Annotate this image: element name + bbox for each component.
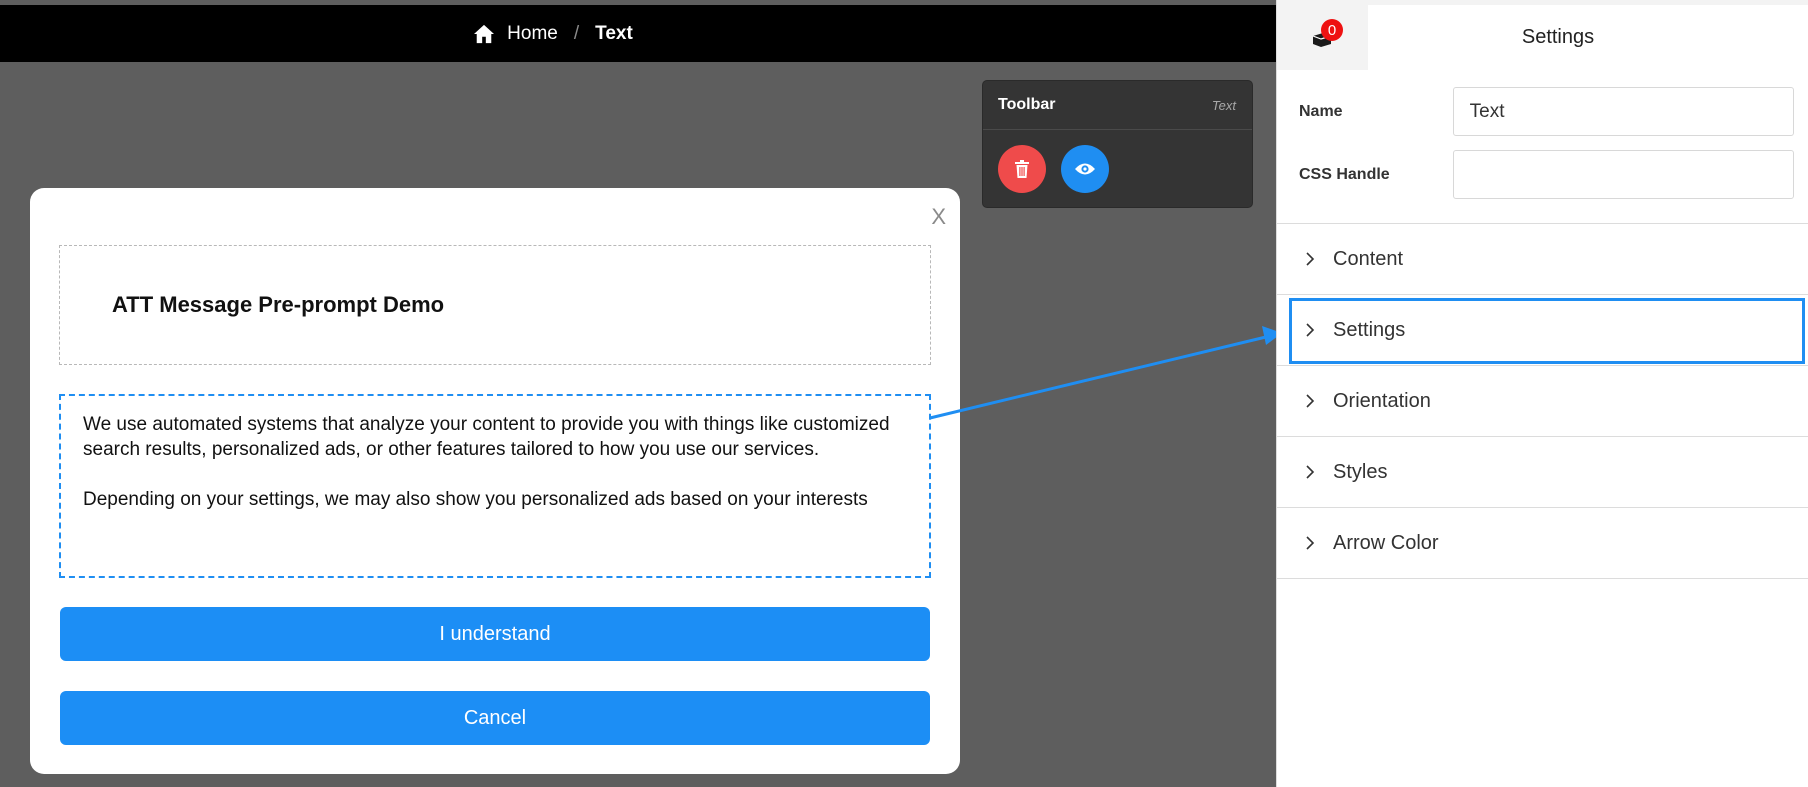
chevron-right-icon	[1306, 323, 1315, 337]
modal-text-block[interactable]: We use automated systems that analyze yo…	[59, 394, 931, 578]
breadcrumb: Home / Text	[473, 23, 633, 45]
toolbar-header: Toolbar Text	[983, 81, 1252, 130]
section-content[interactable]: Content	[1277, 224, 1808, 295]
canvas: Home / Text Toolbar Text X ATT Message P…	[0, 0, 1276, 787]
home-icon[interactable]	[473, 24, 495, 44]
section-label: Orientation	[1333, 389, 1431, 412]
eye-icon	[1075, 163, 1095, 175]
css-handle-field[interactable]	[1452, 150, 1794, 199]
settings-form: Name CSS Handle	[1277, 70, 1808, 224]
modal-body-paragraph: Depending on your settings, we may also …	[83, 489, 868, 510]
name-label: Name	[1299, 102, 1343, 120]
section-styles[interactable]: Styles	[1277, 437, 1808, 508]
trash-icon	[1015, 160, 1029, 178]
breadcrumb-separator: /	[573, 22, 580, 44]
layers-button[interactable]: 0	[1277, 5, 1368, 70]
section-orientation[interactable]: Orientation	[1277, 366, 1808, 437]
section-label: Styles	[1333, 460, 1388, 483]
chevron-right-icon	[1306, 394, 1315, 408]
layers-count-badge: 0	[1321, 19, 1343, 41]
breadcrumb-current: Text	[595, 22, 633, 44]
section-label: Settings	[1333, 318, 1406, 341]
prompt-modal: X ATT Message Pre-prompt Demo We use aut…	[30, 188, 960, 774]
chevron-right-icon	[1306, 465, 1315, 479]
top-bar: Home / Text	[0, 5, 1276, 62]
modal-title-block[interactable]: ATT Message Pre-prompt Demo	[59, 245, 931, 365]
section-settings[interactable]: Settings	[1277, 295, 1808, 366]
preview-button[interactable]	[1061, 145, 1109, 193]
delete-button[interactable]	[998, 145, 1046, 193]
close-icon[interactable]: X	[931, 204, 946, 230]
panel-title: Settings	[1521, 26, 1595, 48]
modal-title: ATT Message Pre-prompt Demo	[112, 292, 445, 317]
panel-header: 0 Settings	[1277, 0, 1808, 70]
section-arrow-color[interactable]: Arrow Color	[1277, 508, 1808, 579]
toolbar-element-type: Text	[1211, 97, 1236, 113]
breadcrumb-home[interactable]: Home	[507, 23, 558, 45]
name-field[interactable]	[1452, 87, 1794, 136]
css-handle-label: CSS Handle	[1299, 165, 1390, 183]
understand-button[interactable]: I understand	[60, 607, 930, 661]
settings-panel: 0 Settings Name CSS Handle Content Setti…	[1276, 0, 1808, 787]
chevron-right-icon	[1306, 536, 1315, 550]
modal-body-paragraph: We use automated systems that analyze yo…	[83, 414, 890, 460]
element-toolbar: Toolbar Text	[982, 80, 1253, 208]
section-label: Arrow Color	[1333, 531, 1439, 554]
chevron-right-icon	[1306, 252, 1315, 266]
toolbar-title: Toolbar	[998, 96, 1056, 113]
section-label: Content	[1333, 247, 1404, 270]
cancel-button[interactable]: Cancel	[60, 691, 930, 745]
